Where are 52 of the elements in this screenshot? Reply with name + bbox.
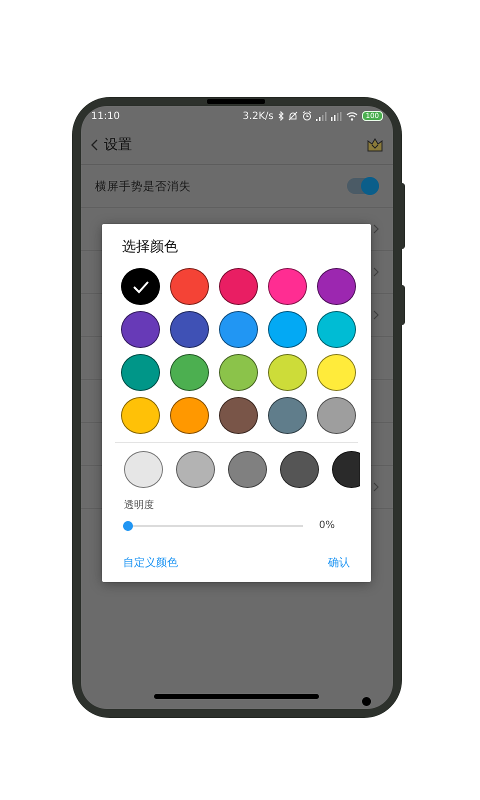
signal-icon xyxy=(316,112,327,120)
setting-label: 横屏手势是否消失 xyxy=(95,178,192,194)
bluetooth-icon xyxy=(278,111,284,121)
color-swatch[interactable] xyxy=(317,268,356,305)
opacity-label: 透明度 xyxy=(123,498,155,512)
color-swatch[interactable] xyxy=(228,451,267,488)
color-swatch[interactable] xyxy=(219,354,258,391)
color-swatch[interactable] xyxy=(219,397,258,434)
phone-speaker xyxy=(207,99,265,104)
color-swatch[interactable] xyxy=(219,268,258,305)
color-swatch[interactable] xyxy=(332,451,360,488)
color-swatch[interactable] xyxy=(268,397,307,434)
color-swatch[interactable] xyxy=(280,451,319,488)
mute-icon xyxy=(288,111,298,121)
page-title: 设置 xyxy=(104,136,133,154)
color-swatch[interactable] xyxy=(121,311,160,348)
color-swatch[interactable] xyxy=(268,268,307,305)
color-swatch[interactable] xyxy=(170,354,209,391)
confirm-button[interactable]: 确认 xyxy=(326,553,352,572)
chevron-icon xyxy=(373,224,379,234)
color-swatch[interactable] xyxy=(124,451,163,488)
custom-color-button[interactable]: 自定义颜色 xyxy=(121,553,180,572)
chevron-icon xyxy=(373,310,379,320)
color-swatch[interactable] xyxy=(170,268,209,305)
color-swatch[interactable] xyxy=(317,311,356,348)
color-swatch[interactable] xyxy=(317,354,356,391)
color-swatch[interactable] xyxy=(121,354,160,391)
color-swatch[interactable] xyxy=(317,397,356,434)
chevron-icon xyxy=(373,267,379,277)
color-swatch[interactable] xyxy=(170,397,209,434)
dialog-title: 选择颜色 xyxy=(121,238,179,256)
slider-thumb[interactable] xyxy=(123,520,133,530)
color-swatch[interactable] xyxy=(121,397,160,434)
network-speed: 3.2K/s xyxy=(242,110,274,122)
color-swatch[interactable] xyxy=(170,311,209,348)
opacity-value: 0% xyxy=(319,520,335,531)
wifi-icon xyxy=(346,112,358,120)
color-swatch[interactable] xyxy=(268,354,307,391)
chevron-icon xyxy=(373,482,379,492)
color-swatch[interactable] xyxy=(219,311,258,348)
signal-icon xyxy=(330,112,342,120)
status-time: 11:10 xyxy=(91,110,120,122)
settings-row[interactable]: 横屏手势是否消失 xyxy=(81,165,393,208)
toggle-switch[interactable] xyxy=(347,178,379,194)
color-swatch[interactable] xyxy=(176,451,215,488)
check-icon xyxy=(132,280,150,294)
color-swatch[interactable] xyxy=(268,311,307,348)
color-swatch[interactable] xyxy=(121,268,160,305)
opacity-slider[interactable] xyxy=(123,520,303,530)
back-icon[interactable] xyxy=(91,139,98,151)
alarm-icon xyxy=(302,111,312,121)
crown-icon[interactable] xyxy=(367,138,383,152)
